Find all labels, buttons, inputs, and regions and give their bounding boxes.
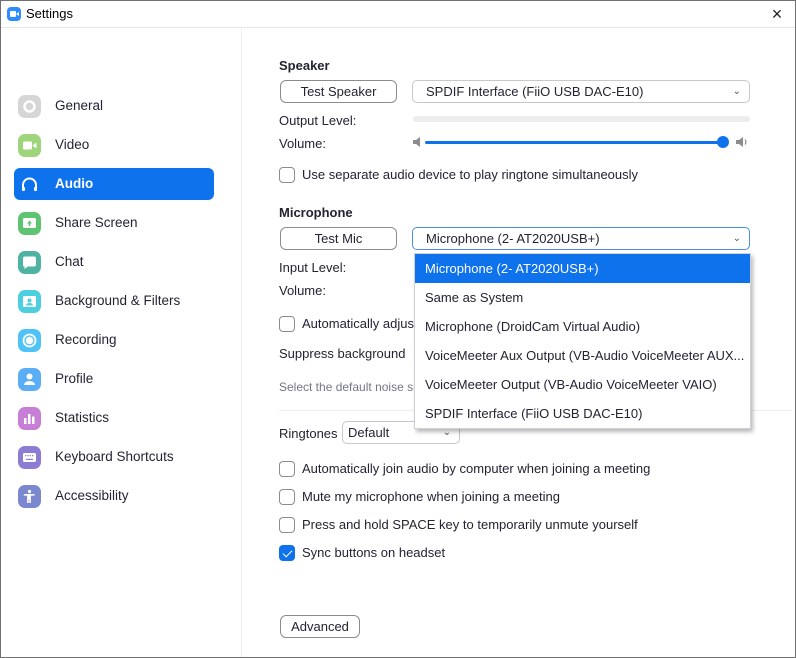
video-camera-icon bbox=[18, 134, 41, 157]
dropdown-option[interactable]: VoiceMeeter Aux Output (VB-Audio VoiceMe… bbox=[415, 341, 750, 370]
checkbox-box[interactable] bbox=[279, 461, 295, 477]
checkbox-label: Automatically join audio by computer whe… bbox=[302, 461, 651, 476]
sidebar-item-label: Audio bbox=[55, 176, 94, 191]
checkbox-box[interactable] bbox=[279, 316, 295, 332]
checkbox-label: Sync buttons on headset bbox=[302, 545, 446, 560]
speaker-volume-label: Volume: bbox=[279, 136, 326, 151]
sidebar-item-background-filters[interactable]: Background & Filters bbox=[14, 285, 214, 317]
advanced-button[interactable]: Advanced bbox=[280, 615, 360, 638]
checkbox-box[interactable] bbox=[279, 517, 295, 533]
dropdown-option[interactable]: Microphone (2- AT2020USB+) bbox=[415, 254, 750, 283]
bar-chart-icon bbox=[18, 407, 41, 430]
profile-icon bbox=[18, 368, 41, 391]
microphone-section-title: Microphone bbox=[279, 205, 353, 220]
checkbox-label: Automatically adjus bbox=[302, 316, 414, 331]
share-screen-icon bbox=[18, 212, 41, 235]
sidebar-item-general[interactable]: General bbox=[14, 90, 214, 122]
sidebar-item-label: Video bbox=[55, 137, 90, 152]
test-mic-button[interactable]: Test Mic bbox=[280, 227, 397, 250]
sidebar: General Video Audio Share Screen Chat Backgro… bbox=[1, 29, 242, 657]
checkbox-label: Press and hold SPACE key to temporarily … bbox=[302, 517, 638, 532]
sidebar-item-statistics[interactable]: Statistics bbox=[14, 402, 214, 434]
chevron-down-icon: ⌄ bbox=[732, 86, 741, 97]
sidebar-item-label: Statistics bbox=[55, 410, 110, 425]
sidebar-item-label: Accessibility bbox=[55, 488, 129, 503]
ringtones-value: Default bbox=[348, 425, 390, 440]
dropdown-option[interactable]: SPDIF Interface (FiiO USB DAC-E10) bbox=[415, 399, 750, 428]
checkbox-box[interactable] bbox=[279, 545, 295, 561]
sidebar-item-label: Share Screen bbox=[55, 215, 138, 230]
sidebar-item-video[interactable]: Video bbox=[14, 129, 214, 161]
close-icon[interactable]: × bbox=[767, 4, 787, 24]
settings-window: Settings × General Video Audio Share Screen… bbox=[0, 0, 796, 658]
speaker-volume-slider[interactable] bbox=[425, 141, 723, 144]
dropdown-option[interactable]: Same as System bbox=[415, 283, 750, 312]
dropdown-option[interactable]: VoiceMeeter Output (VB-Audio VoiceMeeter… bbox=[415, 370, 750, 399]
background-icon bbox=[18, 290, 41, 313]
mic-volume-label: Volume: bbox=[279, 283, 326, 298]
suppress-noise-hint: Select the default noise su bbox=[279, 380, 420, 394]
accessibility-icon bbox=[18, 485, 41, 508]
output-level-label: Output Level: bbox=[279, 113, 357, 128]
sidebar-item-chat[interactable]: Chat bbox=[14, 246, 214, 278]
checkbox-label: Use separate audio device to play ringto… bbox=[302, 167, 639, 182]
speaker-section-title: Speaker bbox=[279, 58, 330, 73]
sidebar-item-profile[interactable]: Profile bbox=[14, 363, 214, 395]
speaker-device-value: SPDIF Interface (FiiO USB DAC-E10) bbox=[426, 84, 644, 99]
zoom-app-icon bbox=[7, 7, 21, 21]
checkbox-label: Mute my microphone when joining a meetin… bbox=[302, 489, 560, 504]
headphones-icon bbox=[18, 173, 41, 196]
microphone-device-dropdown: Microphone (2- AT2020USB+) Same as System… bbox=[414, 253, 751, 429]
dropdown-option[interactable]: Microphone (DroidCam Virtual Audio) bbox=[415, 312, 750, 341]
microphone-device-value: Microphone (2- AT2020USB+) bbox=[426, 231, 600, 246]
sidebar-item-accessibility[interactable]: Accessibility bbox=[14, 480, 214, 512]
keyboard-icon bbox=[18, 446, 41, 469]
chat-bubble-icon bbox=[18, 251, 41, 274]
window-title: Settings bbox=[26, 6, 73, 21]
sidebar-item-label: Profile bbox=[55, 371, 94, 386]
gear-icon bbox=[18, 95, 41, 118]
speaker-volume-thumb[interactable] bbox=[717, 136, 729, 148]
chevron-down-icon: ⌄ bbox=[732, 233, 741, 244]
sidebar-item-share-screen[interactable]: Share Screen bbox=[14, 207, 214, 239]
input-level-label: Input Level: bbox=[279, 260, 347, 275]
test-speaker-button[interactable]: Test Speaker bbox=[280, 80, 397, 103]
checkbox-box[interactable] bbox=[279, 489, 295, 505]
sidebar-item-audio[interactable]: Audio bbox=[14, 168, 214, 200]
record-icon bbox=[18, 329, 41, 352]
sidebar-item-label: Keyboard Shortcuts bbox=[55, 449, 174, 464]
sidebar-item-label: Background & Filters bbox=[55, 293, 181, 308]
sidebar-item-keyboard-shortcuts[interactable]: Keyboard Shortcuts bbox=[14, 441, 214, 473]
ringtones-label: Ringtones bbox=[279, 426, 338, 441]
speaker-device-select[interactable]: SPDIF Interface (FiiO USB DAC-E10) ⌄ bbox=[412, 80, 750, 103]
sidebar-item-label: Chat bbox=[55, 254, 84, 269]
microphone-device-select[interactable]: Microphone (2- AT2020USB+) ⌄ bbox=[412, 227, 750, 250]
checkbox-box[interactable] bbox=[279, 167, 295, 183]
title-bar: Settings × bbox=[1, 1, 795, 28]
volume-low-icon bbox=[413, 137, 420, 147]
output-level-meter bbox=[413, 116, 750, 122]
sidebar-item-label: Recording bbox=[55, 332, 117, 347]
volume-high-icon bbox=[736, 137, 747, 147]
sidebar-item-recording[interactable]: Recording bbox=[14, 324, 214, 356]
suppress-background-noise-label: Suppress background bbox=[279, 346, 406, 361]
sidebar-item-label: General bbox=[55, 98, 104, 113]
